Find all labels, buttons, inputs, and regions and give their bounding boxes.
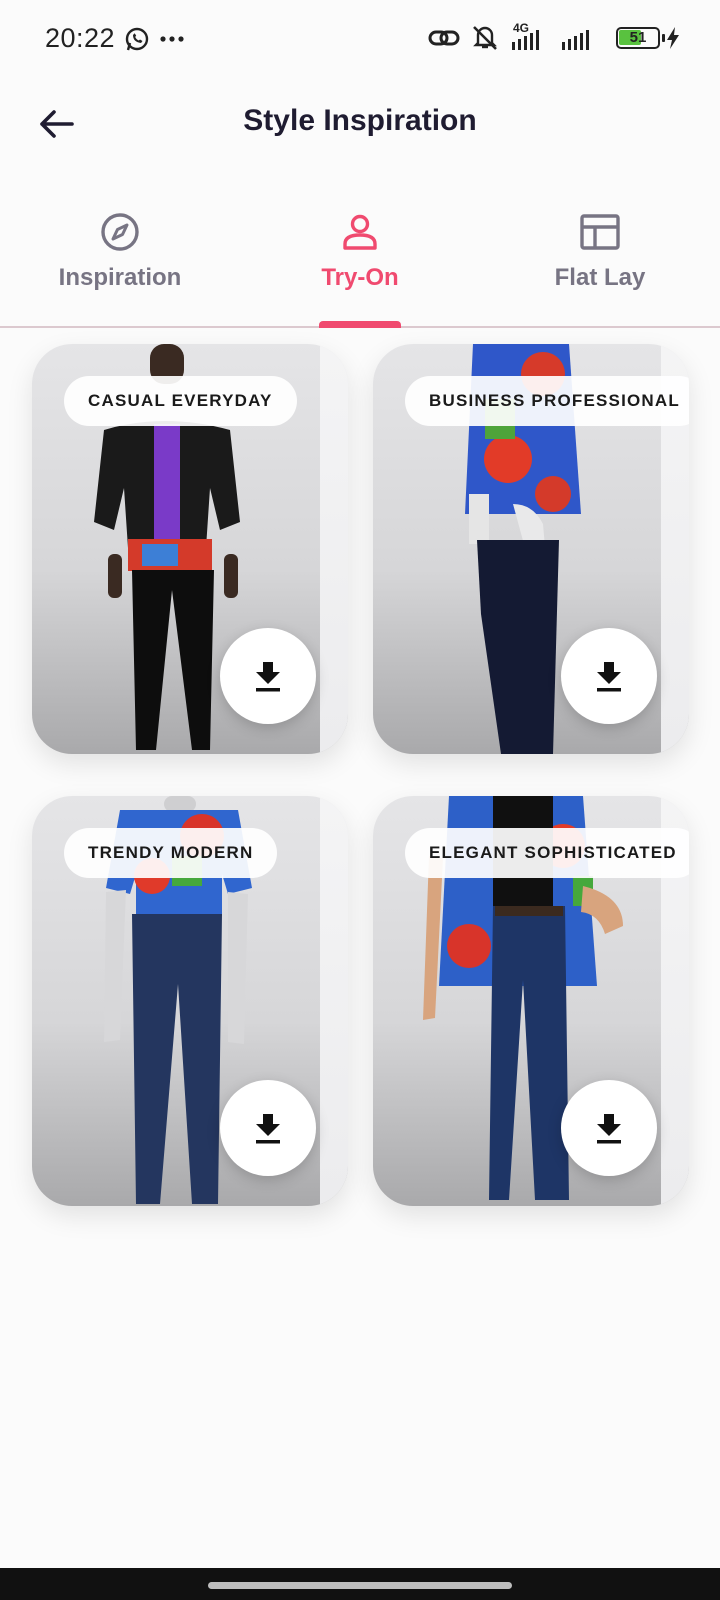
download-button[interactable]: [220, 628, 316, 724]
tab-try-on-label: Try-On: [321, 264, 399, 291]
tab-bar: Inspiration Try-On Flat Lay: [0, 200, 720, 328]
mute-icon: [473, 26, 497, 50]
whatsapp-icon: [125, 27, 149, 51]
download-icon: [256, 1114, 280, 1144]
person-icon: [343, 214, 377, 250]
tab-try-on[interactable]: Try-On: [240, 200, 480, 326]
battery-level: 51: [629, 29, 647, 46]
outfit-card-elegant-sophisticated[interactable]: ELEGANT SOPHISTICATED: [373, 796, 689, 1206]
link-icon: [428, 30, 460, 46]
battery-icon: 51: [616, 27, 665, 49]
tab-indicator: [319, 321, 401, 328]
tab-flat-lay[interactable]: Flat Lay: [480, 200, 720, 326]
outfit-label-chip: TRENDY MODERN: [64, 828, 278, 878]
card-edge: [320, 796, 348, 1206]
outfit-card-trendy-modern[interactable]: TRENDY MODERN: [32, 796, 348, 1206]
status-time: 20:22: [45, 23, 116, 53]
download-button[interactable]: [561, 628, 657, 724]
home-gesture-handle[interactable]: [208, 1582, 512, 1589]
layout-icon: [580, 214, 620, 250]
tab-inspiration-label: Inspiration: [58, 264, 182, 291]
compass-icon: [101, 213, 139, 251]
screen: 20:22 4G 51 Style Inspiration Inspiratio…: [0, 0, 720, 1600]
charging-icon: [667, 27, 679, 49]
outfit-label-chip: CASUAL EVERYDAY: [64, 376, 297, 426]
status-bar: 20:22 4G 51: [0, 0, 720, 78]
download-icon: [256, 662, 280, 692]
download-button[interactable]: [220, 1080, 316, 1176]
card-edge: [320, 344, 348, 754]
signal-icon: [512, 30, 589, 50]
app-bar: Style Inspiration: [0, 78, 720, 168]
download-button[interactable]: [561, 1080, 657, 1176]
tab-inspiration[interactable]: Inspiration: [0, 200, 240, 326]
download-icon: [597, 662, 621, 692]
page-title: Style Inspiration: [243, 104, 477, 137]
tab-flat-lay-label: Flat Lay: [554, 264, 646, 291]
outfit-label-chip: BUSINESS PROFESSIONAL: [405, 376, 689, 426]
outfit-label-chip: ELEGANT SOPHISTICATED: [405, 828, 689, 878]
download-icon: [597, 1114, 621, 1144]
outfit-card-casual-everyday[interactable]: CASUAL EVERYDAY: [32, 344, 348, 754]
outfit-card-business-professional[interactable]: BUSINESS PROFESSIONAL: [373, 344, 689, 754]
more-dots-icon: [160, 36, 184, 42]
system-nav-bar: [0, 1568, 720, 1600]
